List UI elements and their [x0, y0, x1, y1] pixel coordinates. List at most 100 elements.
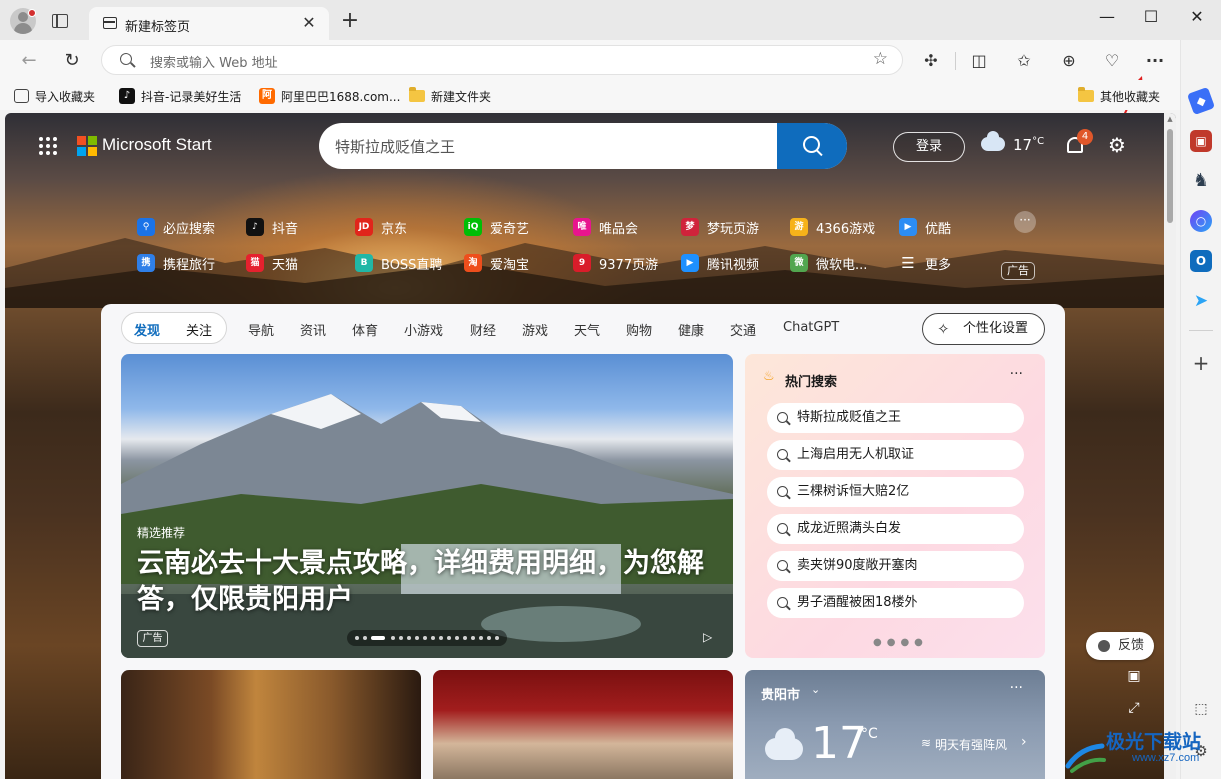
new-tab-button[interactable]: + — [338, 10, 362, 34]
weather-city[interactable]: 贵阳市 — [761, 684, 800, 703]
login-button[interactable]: 登录 — [893, 132, 965, 162]
hot-search-pager[interactable]: ●●●● — [873, 637, 928, 648]
weather-card[interactable]: 贵阳市 ⌄ ··· 17 °C ≋ 明天有强阵风 › — [745, 670, 1045, 779]
quicklink-mengwan[interactable]: 梦梦玩页游 — [681, 216, 759, 238]
hot-search-item[interactable]: 男子酒醒被困18楼外 — [767, 588, 1024, 618]
screenshot-icon[interactable]: ⬚ — [1190, 698, 1212, 720]
quicklink-iqiyi[interactable]: iQ 爱奇艺 — [464, 216, 529, 238]
quicklink-jd[interactable]: JD 京东 — [355, 216, 407, 238]
quicklink-youku[interactable]: ▶ 优酷 — [899, 216, 951, 238]
split-screen-icon[interactable]: ◫ — [967, 49, 991, 73]
quicklink-ctrip[interactable]: 携携程旅行 — [137, 252, 215, 274]
tag-icon[interactable]: ◆ — [1186, 86, 1216, 116]
m365-icon[interactable]: ○ — [1190, 210, 1212, 232]
feed-nav-item[interactable]: ChatGPT — [783, 320, 839, 335]
tab-new-tab[interactable]: 新建标签页 ✕ — [89, 7, 329, 40]
feed-nav-item[interactable]: 财经 — [470, 320, 496, 339]
feedback-button[interactable]: 反馈 — [1086, 632, 1154, 660]
feed-nav-item[interactable]: 小游戏 — [404, 320, 443, 339]
search-button[interactable] — [777, 123, 847, 169]
tab-close-button[interactable]: ✕ — [299, 13, 319, 33]
feed-nav-item[interactable]: 游戏 — [522, 320, 548, 339]
close-window-button[interactable]: ✕ — [1175, 4, 1219, 30]
chevron-down-icon[interactable]: ⌄ — [811, 683, 820, 696]
favorite-import[interactable]: 导入收藏夹 — [14, 86, 95, 106]
4366-icon: 游 — [790, 218, 808, 236]
page-settings-gear-icon[interactable]: ⚙ — [1108, 135, 1126, 155]
hot-search-item[interactable]: 成龙近照满头白发 — [767, 514, 1024, 544]
hot-search-more-icon[interactable]: ··· — [1010, 366, 1023, 382]
iqiyi-icon: iQ — [464, 218, 482, 236]
page-scrollbar[interactable]: ▲ — [1164, 113, 1176, 779]
quicklink-boss[interactable]: B BOSS直聘 — [355, 252, 442, 274]
brand-title[interactable]: Microsoft Start — [102, 135, 212, 155]
carousel-play-icon[interactable]: ▷ — [703, 630, 712, 644]
weather-temp[interactable]: 17°C — [1013, 136, 1044, 154]
feed-nav-item[interactable]: 交通 — [730, 320, 756, 339]
minimize-button[interactable]: — — [1085, 4, 1129, 30]
news-card[interactable] — [433, 670, 733, 779]
quicklink-more[interactable]: ☰ 更多 — [899, 252, 951, 274]
feed-nav-item[interactable]: 资讯 — [300, 320, 326, 339]
extensions-icon[interactable]: ✣ — [919, 49, 943, 73]
quicklink-tencent-video[interactable]: ▶ 腾讯视频 — [681, 252, 759, 274]
douyin-icon: ♪ — [119, 88, 135, 104]
quicklink-9377[interactable]: 9 9377页游 — [573, 252, 658, 274]
feed-nav-item[interactable]: 健康 — [678, 320, 704, 339]
search-icon — [777, 449, 788, 460]
favorite-other[interactable]: 其他收藏夹 — [1078, 86, 1160, 106]
quicklink-tmall[interactable]: 猫天猫 — [246, 252, 298, 274]
carousel-indicator[interactable] — [347, 630, 507, 646]
quicklink-microsoft-store[interactable]: 微微软电... — [790, 252, 867, 274]
favorite-new-folder[interactable]: 新建文件夹 — [409, 86, 491, 106]
refresh-button[interactable]: ↻ — [58, 47, 86, 75]
maximize-button[interactable]: ☐ — [1129, 4, 1173, 30]
personalize-button[interactable]: ✧ 个性化设置 — [922, 313, 1045, 345]
add-icon[interactable]: + — [1190, 352, 1212, 374]
menu-icon: ☰ — [901, 254, 915, 272]
favorites-icon[interactable]: ✩ — [1012, 49, 1036, 73]
alibaba-icon: 阿 — [259, 88, 275, 104]
news-card[interactable] — [121, 670, 421, 779]
tools-icon[interactable]: ▣ — [1190, 130, 1212, 152]
search-icon — [777, 597, 788, 608]
hero-title[interactable]: 云南必去十大景点攻略，详细费用明细，为您解答，仅限贵阳用户 — [137, 546, 717, 618]
feed-nav-item[interactable]: 购物 — [626, 320, 652, 339]
collections-icon[interactable]: ⊕ — [1057, 49, 1081, 73]
chess-icon[interactable]: ♞ — [1190, 170, 1212, 192]
hot-search-item[interactable]: 卖夹饼90度敞开塞肉 — [767, 551, 1024, 581]
favorite-douyin[interactable]: ♪ 抖音-记录美好生活 — [119, 86, 241, 106]
hot-search-card: ♨ 热门搜索 ··· 特斯拉成贬值之王 上海启用无人机取证 三棵树诉恒大赔2亿 … — [745, 354, 1045, 658]
weather-forecast-note[interactable]: 明天有强阵风 — [935, 736, 1007, 753]
hot-search-item[interactable]: 上海启用无人机取证 — [767, 440, 1024, 470]
hero-card[interactable]: 精选推荐 云南必去十大景点攻略，详细费用明细，为您解答，仅限贵阳用户 广告 ▷ — [121, 354, 733, 658]
web-search-box[interactable]: 特斯拉成贬值之王 — [319, 123, 847, 169]
quicklinks-more-icon[interactable]: ··· — [1014, 211, 1036, 233]
scrollbar-thumb[interactable] — [1167, 129, 1173, 223]
send-icon[interactable]: ➤ — [1190, 290, 1212, 312]
feed-nav-item[interactable]: 导航 — [248, 320, 274, 339]
quicklink-douyin[interactable]: ♪ 抖音 — [246, 216, 298, 238]
background-image-icon[interactable]: ▣ — [1125, 667, 1143, 685]
address-bar[interactable]: 搜索或输入 Web 地址 ☆ — [101, 45, 903, 75]
weather-more-icon[interactable]: ··· — [1010, 680, 1023, 696]
quicklink-vip[interactable]: 唯唯品会 — [573, 216, 638, 238]
tab-following[interactable]: 关注 — [186, 320, 212, 339]
quicklink-bing[interactable]: ⚲ 必应搜索 — [137, 216, 215, 238]
quicklink-4366[interactable]: 游 4366游戏 — [790, 216, 875, 238]
tab-discover[interactable]: 发现 — [134, 320, 160, 339]
feed-nav-item[interactable]: 体育 — [352, 320, 378, 339]
expand-icon[interactable]: ⤢ — [1125, 699, 1143, 717]
quicklink-aitaobao[interactable]: 淘爱淘宝 — [464, 252, 529, 274]
import-icon — [14, 89, 29, 103]
chevron-right-icon[interactable]: › — [1021, 734, 1027, 750]
tab-actions-icon[interactable] — [52, 14, 68, 28]
hot-search-item[interactable]: 特斯拉成贬值之王 — [767, 403, 1024, 433]
apps-grid-icon[interactable] — [39, 137, 59, 157]
back-button[interactable]: ← — [15, 47, 43, 75]
favorite-alibaba[interactable]: 阿 阿里巴巴1688.com... — [259, 86, 400, 106]
outlook-icon[interactable]: O — [1190, 250, 1212, 272]
hot-search-item[interactable]: 三棵树诉恒大赔2亿 — [767, 477, 1024, 507]
favorite-star-icon[interactable]: ☆ — [873, 49, 888, 69]
feed-nav-item[interactable]: 天气 — [574, 320, 600, 339]
